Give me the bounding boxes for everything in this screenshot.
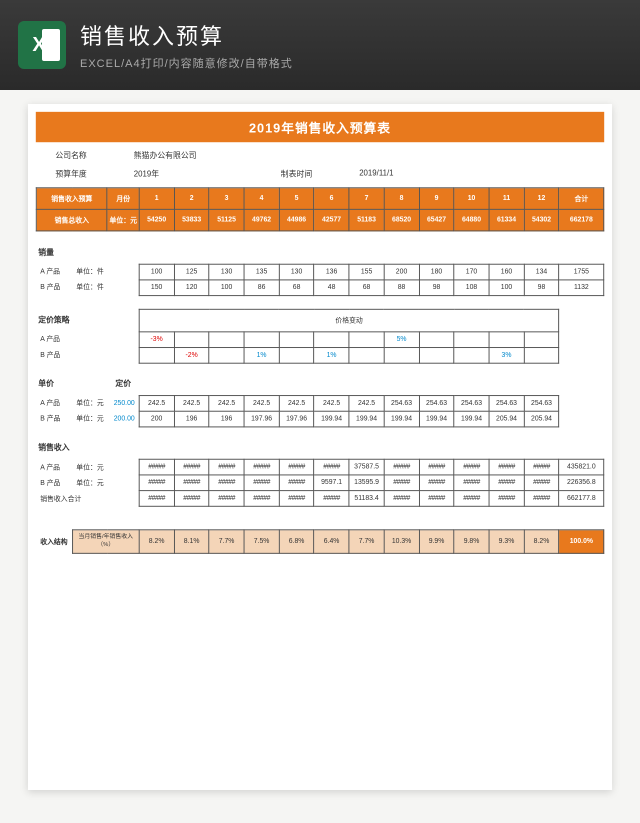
maker-label: 制表时间 [281, 167, 350, 182]
document-preview: 2019年销售收入预算表 公司名称 熊猫办公有限公司 预算年度 2019年 制表… [28, 104, 612, 790]
header-row: 销售收入预算 月份 123456789101112 合计 [36, 188, 603, 210]
doc-info: 公司名称 熊猫办公有限公司 预算年度 2019年 制表时间 2019/11/1 [36, 142, 604, 187]
maker-value: 2019/11/1 [359, 167, 496, 182]
company-label: 公司名称 [55, 148, 124, 163]
year-value: 2019年 [134, 167, 271, 182]
year-label: 预算年度 [55, 167, 124, 182]
section-pricing: 定价策略 [36, 309, 139, 332]
section-unitprice: 单价 [36, 373, 107, 396]
excel-icon: X [18, 21, 66, 69]
company-value: 熊猫办公有限公司 [134, 148, 271, 163]
sales-a-row: A 产品单位：件 1001251301351301361552001801701… [36, 264, 603, 280]
revenue-sum-row: 销售收入合计 ##############################511… [36, 491, 603, 507]
col-budget: 销售收入预算 [36, 188, 107, 210]
unitprice-b-row: B 产品单位：元200.00 200196196197.96197.96199.… [36, 411, 603, 427]
total-income-row: 销售总收入 单位：元 54250538335112549762449864257… [36, 209, 603, 231]
doc-title: 2019年销售收入预算表 [36, 112, 604, 142]
excel-icon-letter: X [32, 34, 45, 57]
section-sales: 销量 [36, 241, 603, 264]
pricing-b-row: B 产品 -2%1%1%3% [36, 347, 603, 363]
col-total: 合计 [559, 188, 604, 210]
section-revenue: 销售收入 [36, 436, 603, 459]
page-title: 销售收入预算 [80, 19, 293, 51]
revenue-b-row: B 产品单位：元 #########################9597.1… [36, 475, 603, 491]
budget-table: 销售收入预算 月份 123456789101112 合计 销售总收入 单位：元 … [36, 187, 604, 554]
sales-b-row: B 产品单位：件 15012010086684868889810810098 1… [36, 279, 603, 295]
structure-row: 收入结构 当月销售/年销售收入（%） 8.2%8.1%7.7%7.5%6.8%6… [36, 530, 603, 554]
pricing-a-row: A 产品 -3%5% [36, 331, 603, 347]
header-text: 销售收入预算 EXCEL/A4打印/内容随意修改/自带格式 [80, 19, 293, 71]
page-header: X 销售收入预算 EXCEL/A4打印/内容随意修改/自带格式 [0, 0, 640, 90]
unitprice-a-row: A 产品单位：元250.00 242.5242.5242.5242.5242.5… [36, 395, 603, 411]
page-subtitle: EXCEL/A4打印/内容随意修改/自带格式 [80, 55, 293, 71]
revenue-a-row: A 产品单位：元 ##############################3… [36, 459, 603, 475]
col-month: 月份 [107, 188, 139, 210]
